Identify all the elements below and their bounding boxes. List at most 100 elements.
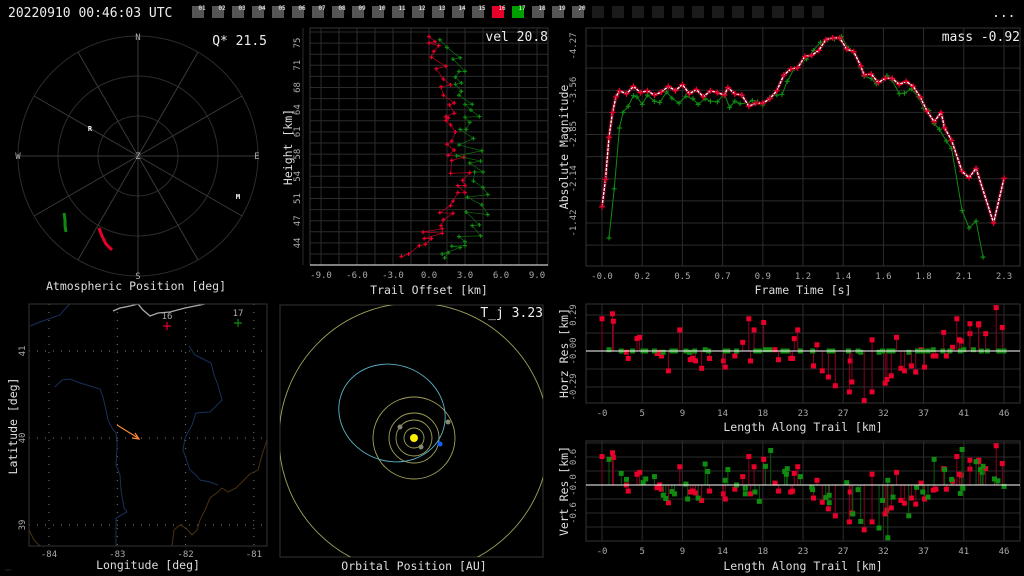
compass-s: S bbox=[135, 272, 140, 282]
series-16-residual-point bbox=[967, 457, 973, 463]
series-17-residual-point bbox=[623, 476, 629, 482]
series-17-residual-point bbox=[995, 478, 1001, 484]
series-17-residual-point bbox=[906, 349, 912, 355]
compass-w: W bbox=[15, 152, 21, 162]
station-toggle-empty-24[interactable] bbox=[672, 6, 684, 18]
station-toggle-06[interactable]: 06 bbox=[292, 5, 306, 18]
series-16-point bbox=[421, 230, 425, 235]
series-17-residual-point bbox=[651, 474, 657, 480]
station-toggle-11[interactable]: 11 bbox=[392, 5, 406, 18]
station-label: 18 bbox=[538, 5, 546, 12]
series-17-point bbox=[472, 170, 477, 175]
series-16-residual-point bbox=[746, 316, 752, 322]
station-toggle-07[interactable]: 07 bbox=[312, 5, 326, 18]
station-toggle-16[interactable]: 16 bbox=[492, 5, 506, 18]
station-toggle-04[interactable]: 04 bbox=[252, 5, 266, 18]
series-17-residual-point bbox=[722, 477, 728, 483]
series-16-residual-point bbox=[913, 369, 919, 375]
y-tick-label: 68 bbox=[293, 82, 303, 93]
station-toggle-08[interactable]: 08 bbox=[332, 5, 346, 18]
x-tick-label: 37 bbox=[918, 409, 929, 419]
sun-icon bbox=[410, 434, 418, 442]
series-16-residual-point bbox=[776, 488, 782, 494]
dashboard-canvas: 20220910 00:46:03 UTC 01 02 03 04 05 06 07 08 09… bbox=[5, 5, 1021, 574]
series-16-residual-point bbox=[933, 353, 939, 359]
azimuth-spoke bbox=[137, 155, 243, 217]
x-tick-label: 2.1 bbox=[956, 272, 972, 282]
station-toggle-empty-23[interactable] bbox=[652, 6, 664, 18]
azimuth-spoke bbox=[137, 155, 199, 261]
series-16-residual-point bbox=[869, 519, 875, 525]
station-toggle-10[interactable]: 10 bbox=[372, 5, 386, 18]
series-16-residual-point bbox=[832, 513, 838, 519]
x-tick-label: 27 bbox=[838, 547, 849, 557]
series-16-point bbox=[447, 102, 452, 107]
station-toggle-18[interactable]: 18 bbox=[532, 5, 546, 18]
station-toggle-empty-30[interactable] bbox=[792, 6, 804, 18]
station-toggle-09[interactable]: 09 bbox=[352, 5, 366, 18]
station-toggle-14[interactable]: 14 bbox=[452, 5, 466, 18]
station-toggle-empty-29[interactable] bbox=[772, 6, 784, 18]
station-toggle-15[interactable]: 15 bbox=[472, 5, 486, 18]
series-16-point bbox=[455, 190, 460, 195]
lake-shoreline bbox=[112, 303, 206, 317]
x-tick-label: 1.2 bbox=[795, 272, 811, 282]
station-toggle-19[interactable]: 19 bbox=[552, 5, 566, 18]
series-17-residual-point bbox=[725, 467, 731, 473]
x-tick-label: 3.0 bbox=[457, 271, 473, 281]
x-tick-label: -84 bbox=[41, 550, 57, 560]
x-tick-label: 0.9 bbox=[755, 272, 771, 282]
series-16-residual-point bbox=[748, 358, 754, 364]
station-toggle-17[interactable]: 17 bbox=[512, 5, 526, 18]
series-16-residual-point bbox=[888, 373, 894, 379]
series-17-point bbox=[485, 212, 490, 217]
station-box bbox=[812, 6, 824, 18]
series-16-residual-point bbox=[976, 322, 982, 328]
series-16-residual-point bbox=[677, 464, 683, 470]
station-toggle-03[interactable]: 03 bbox=[232, 5, 246, 18]
station-toggle-12[interactable]: 12 bbox=[412, 5, 426, 18]
series-17-residual-point bbox=[906, 513, 912, 519]
series-16-residual-point bbox=[751, 327, 757, 333]
series-17-residual-point bbox=[783, 471, 789, 477]
more-menu-button[interactable]: ... bbox=[992, 6, 1015, 21]
station-toggle-empty-25[interactable] bbox=[692, 6, 704, 18]
series-16-residual-point bbox=[772, 347, 778, 353]
station-toggle-05[interactable]: 05 bbox=[272, 5, 286, 18]
series-16-residual-point bbox=[637, 469, 643, 475]
series-17-point bbox=[616, 125, 622, 131]
station-toggle-01[interactable]: 01 bbox=[192, 5, 206, 18]
station-toggle-02[interactable]: 02 bbox=[212, 5, 226, 18]
station-toggle-empty-27[interactable] bbox=[732, 6, 744, 18]
state-border bbox=[29, 303, 71, 327]
station-label: 05 bbox=[278, 5, 286, 12]
series-17-residual-point bbox=[914, 484, 920, 490]
y-tick-label: 44 bbox=[293, 238, 303, 249]
series-17-residual-point bbox=[920, 489, 926, 495]
station-selector[interactable]: 01 02 03 04 05 06 07 08 09 10 11 12 13 14 15 16 17 18 19 20 bbox=[192, 5, 824, 18]
series-16-residual-point bbox=[943, 486, 949, 492]
series-17-point bbox=[478, 159, 483, 164]
series-17-point bbox=[471, 136, 476, 141]
station-toggle-empty-22[interactable] bbox=[632, 6, 644, 18]
series-16-point bbox=[449, 158, 454, 163]
series-17-residual-point bbox=[606, 456, 612, 462]
y-tick-label: 39 bbox=[18, 520, 28, 531]
station-toggle-empty-28[interactable] bbox=[752, 6, 764, 18]
station-toggle-empty-26[interactable] bbox=[712, 6, 724, 18]
x-tick-label: 6.0 bbox=[493, 271, 509, 281]
series-17-residual-point bbox=[970, 347, 976, 353]
station-toggle-empty-20[interactable] bbox=[592, 6, 604, 18]
azimuth-spoke bbox=[77, 51, 139, 157]
station-toggle-empty-31[interactable] bbox=[812, 6, 824, 18]
series-17-residual-point bbox=[762, 347, 768, 353]
vert-ylabel: Vert Res [km] bbox=[557, 446, 571, 536]
series-16-residual-point bbox=[943, 353, 949, 359]
station-toggle-empty-21[interactable] bbox=[612, 6, 624, 18]
station-toggle-20[interactable]: 20 bbox=[572, 5, 586, 18]
series-17-residual-point bbox=[961, 347, 967, 353]
station-toggle-13[interactable]: 13 bbox=[432, 5, 446, 18]
station-box bbox=[772, 6, 784, 18]
x-tick-label: 18 bbox=[757, 409, 768, 419]
x-tick-label: 0.5 bbox=[674, 272, 690, 282]
